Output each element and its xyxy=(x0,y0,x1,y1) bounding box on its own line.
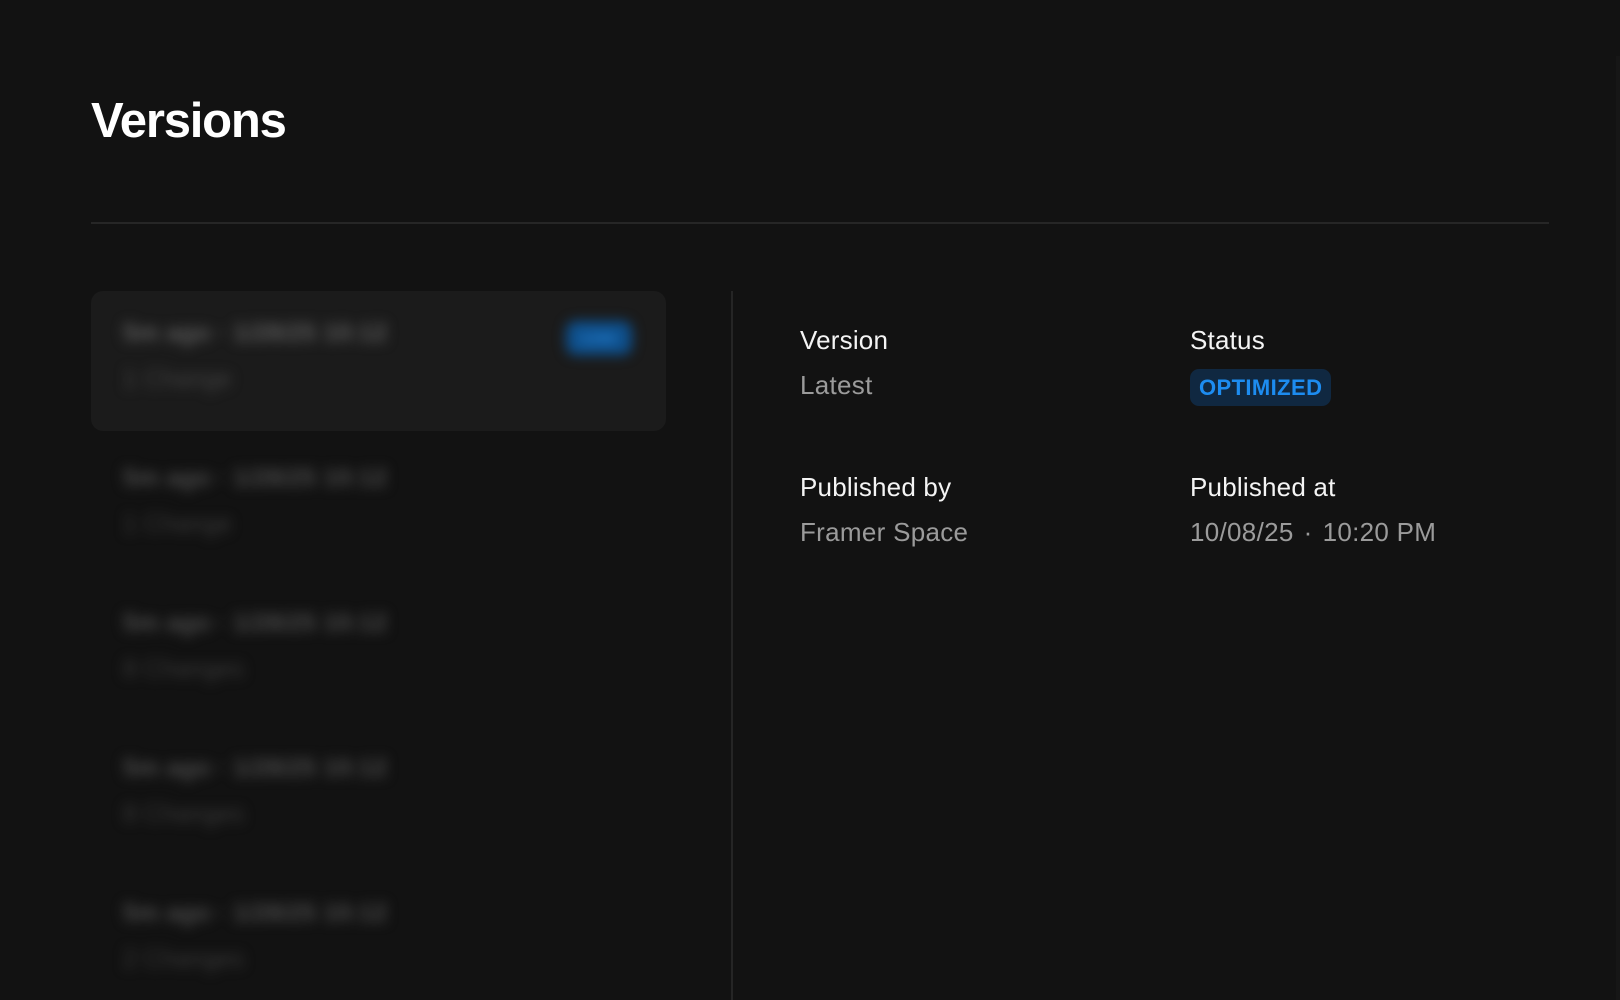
version-list-item[interactable]: 5m ago · 1/28/25 10:12 8 Changes xyxy=(91,581,666,721)
version-value: Latest xyxy=(800,370,873,400)
published-at-date: 10/08/25 xyxy=(1190,517,1294,547)
detail-status: Status OPTIMIZED xyxy=(1190,324,1332,406)
version-list-item-selected[interactable]: 5m ago · 1/28/25 10:12 1 Change Live xyxy=(91,291,666,431)
version-label: Version xyxy=(800,325,889,355)
version-item-title: 5m ago · 1/28/25 10:12 xyxy=(123,609,388,637)
status-badge: OPTIMIZED xyxy=(1190,369,1332,406)
published-at-time: 10:20 PM xyxy=(1322,517,1437,547)
status-label: Status xyxy=(1190,325,1265,355)
version-item-changes: 8 Changes xyxy=(123,655,244,683)
published-at-separator: · xyxy=(1303,517,1313,547)
version-list: 5m ago · 1/28/25 10:12 1 Change Live 5m … xyxy=(91,291,666,1000)
version-item-title: 5m ago · 1/28/25 10:12 xyxy=(123,464,388,492)
page-title: Versions xyxy=(91,94,287,148)
version-list-item[interactable]: 5m ago · 1/28/25 10:12 8 Changes xyxy=(91,726,666,866)
version-item-changes: 2 Changes xyxy=(123,945,244,973)
header-divider xyxy=(91,222,1549,224)
version-live-badge: Live xyxy=(566,321,632,355)
version-list-item[interactable]: 5m ago · 1/28/25 10:12 2 Changes xyxy=(91,871,666,1000)
column-divider xyxy=(731,291,733,1000)
version-item-changes: 1 Change xyxy=(123,365,232,393)
version-item-title: 5m ago · 1/28/25 10:12 xyxy=(123,319,388,347)
version-item-changes: 1 Change xyxy=(123,510,232,538)
version-list-item[interactable]: 5m ago · 1/28/25 10:12 1 Change xyxy=(91,436,666,576)
version-item-title: 5m ago · 1/28/25 10:12 xyxy=(123,754,388,782)
version-item-changes: 8 Changes xyxy=(123,800,244,828)
detail-published-at: Published at 10/08/25 · 10:20 PM xyxy=(1190,471,1436,548)
detail-published-by: Published by Framer Space xyxy=(800,471,968,548)
published-at-label: Published at xyxy=(1190,472,1336,502)
scrollbar-track xyxy=(1616,56,1620,1000)
version-item-title: 5m ago · 1/28/25 10:12 xyxy=(123,899,388,927)
published-by-value: Framer Space xyxy=(800,517,969,547)
detail-version: Version Latest xyxy=(800,324,888,401)
published-by-label: Published by xyxy=(800,472,952,502)
published-at-value: 10/08/25 · 10:20 PM xyxy=(1190,516,1436,548)
